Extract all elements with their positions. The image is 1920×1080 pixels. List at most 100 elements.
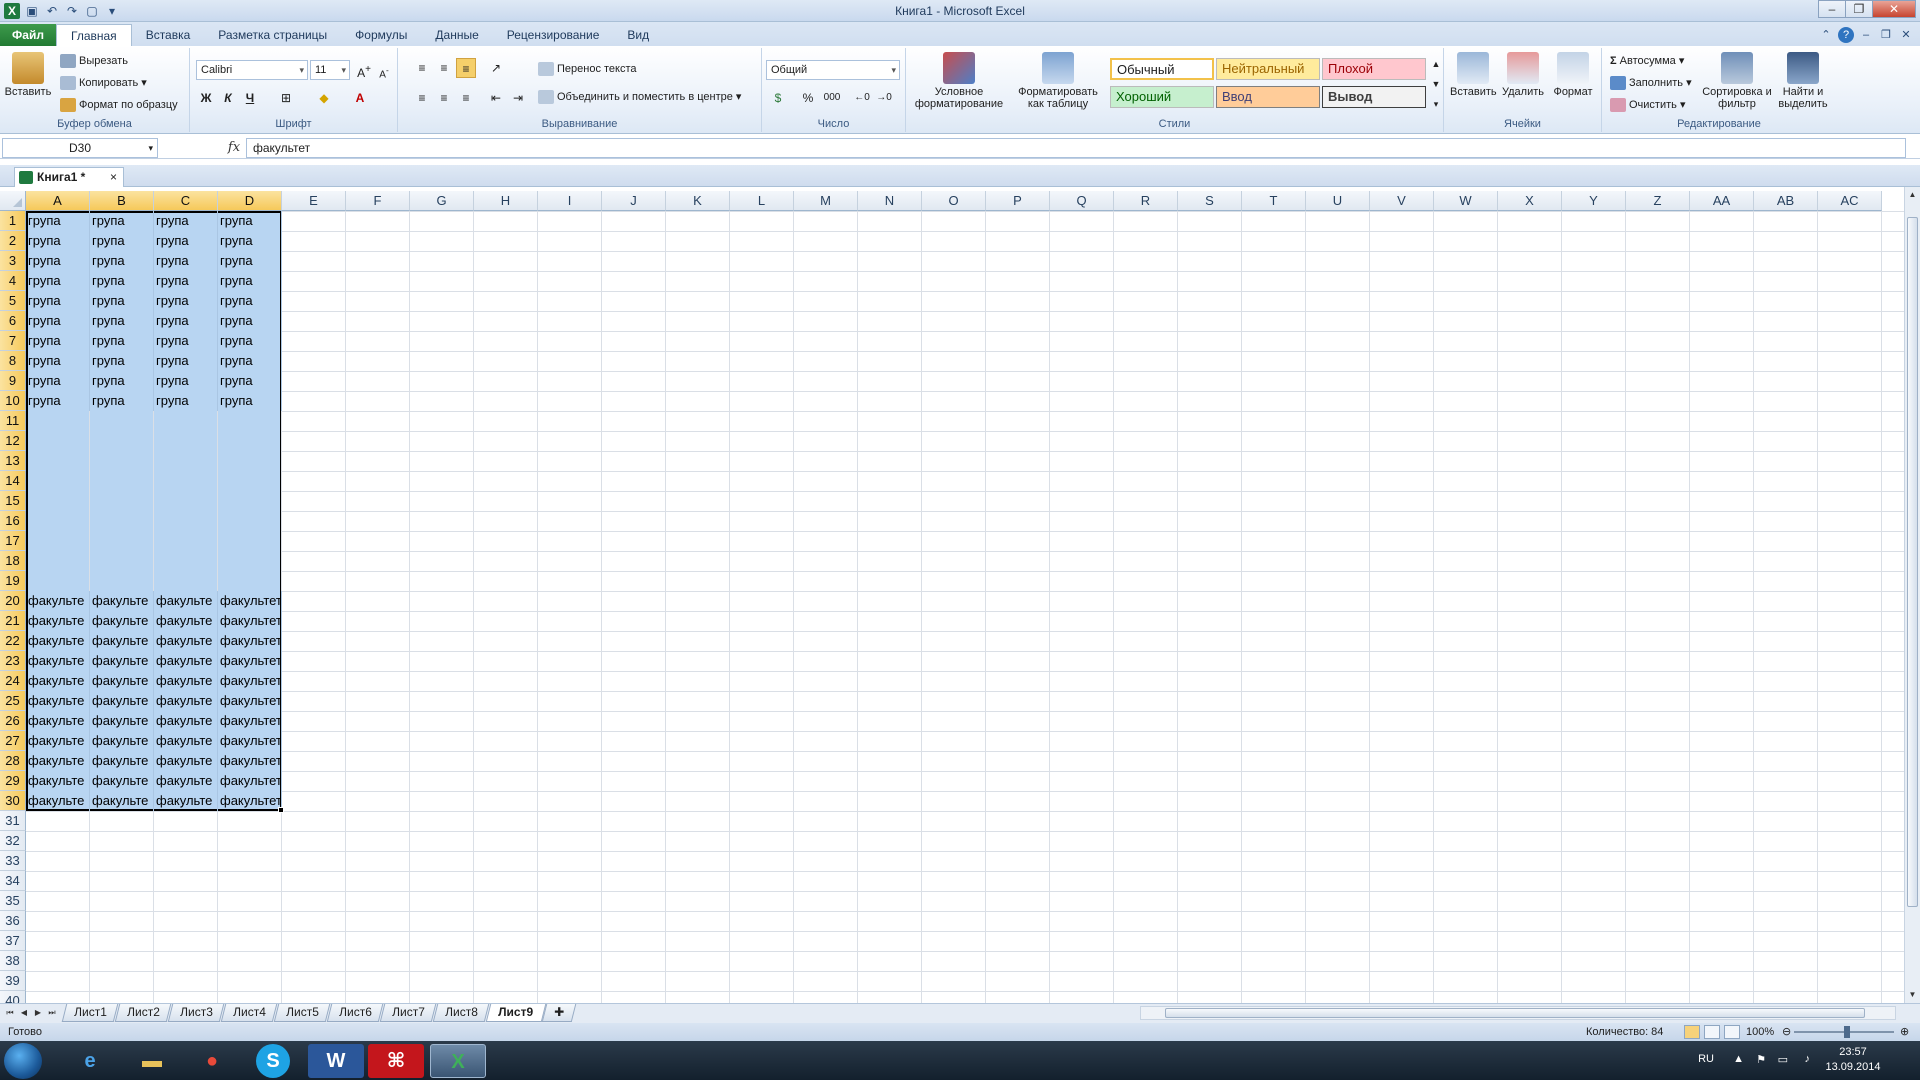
cell[interactable]: факульте [154, 611, 218, 631]
cell[interactable]: група [90, 331, 154, 351]
column-header[interactable]: AA [1690, 191, 1754, 211]
cell[interactable]: група [26, 271, 90, 291]
align-left-button[interactable]: ≡ [412, 88, 432, 108]
zoom-slider-thumb[interactable] [1844, 1026, 1850, 1038]
tab-formulas[interactable]: Формулы [341, 24, 421, 46]
cell[interactable]: група [90, 351, 154, 371]
cell[interactable]: факульте [154, 791, 218, 811]
decrease-indent-button[interactable]: ⇤ [486, 88, 506, 108]
column-header[interactable]: H [474, 191, 538, 211]
increase-font-button[interactable]: A+ [354, 60, 374, 80]
cell[interactable]: факульте [26, 671, 90, 691]
column-header[interactable]: O [922, 191, 986, 211]
row-header[interactable]: 2 [0, 231, 26, 251]
font-name-select[interactable]: Calibri [196, 60, 308, 80]
column-header[interactable]: R [1114, 191, 1178, 211]
row-header[interactable]: 21 [0, 611, 26, 631]
sheet-tab[interactable]: Лист4 [220, 1004, 278, 1022]
cell[interactable]: група [26, 291, 90, 311]
cell[interactable]: факульте [154, 731, 218, 751]
zoom-level[interactable]: 100% [1746, 1023, 1774, 1041]
cell[interactable]: група [218, 231, 282, 251]
cell[interactable]: група [90, 391, 154, 411]
column-header[interactable]: L [730, 191, 794, 211]
wrap-text-button[interactable]: Перенос текста [538, 62, 637, 76]
tab-data[interactable]: Данные [421, 24, 492, 46]
cell[interactable]: група [154, 311, 218, 331]
align-bottom-button[interactable]: ≡ [456, 58, 476, 78]
cell[interactable]: група [26, 311, 90, 331]
cell[interactable]: група [218, 391, 282, 411]
cell[interactable]: група [90, 291, 154, 311]
sheet-tab[interactable]: Лист5 [273, 1004, 331, 1022]
normal-view-button[interactable] [1684, 1025, 1700, 1039]
cell[interactable]: група [218, 291, 282, 311]
sheet-tab[interactable]: Лист6 [326, 1004, 384, 1022]
cell[interactable]: факульте [154, 691, 218, 711]
row-header[interactable]: 15 [0, 491, 26, 511]
cell[interactable]: група [26, 331, 90, 351]
column-header[interactable]: P [986, 191, 1050, 211]
cell[interactable]: група [218, 331, 282, 351]
close-button[interactable]: ✕ [1872, 0, 1916, 18]
horizontal-scroll-thumb[interactable] [1165, 1008, 1865, 1018]
cell[interactable]: група [154, 211, 218, 231]
delete-cells-button[interactable]: Удалить [1500, 52, 1546, 98]
cell[interactable]: група [26, 251, 90, 271]
column-header[interactable]: Q [1050, 191, 1114, 211]
cell[interactable]: група [154, 331, 218, 351]
insert-function-button[interactable]: fx [222, 138, 246, 158]
minimize-button[interactable]: – [1818, 0, 1846, 18]
explorer-folder-icon[interactable]: ▬ [124, 1044, 180, 1078]
conditional-formatting-button[interactable]: Условное форматирование [908, 52, 1010, 110]
cell[interactable]: факульте [90, 611, 154, 631]
cell[interactable]: група [218, 351, 282, 371]
autosum-button[interactable]: Σ Автосумма ▾ [1610, 54, 1684, 67]
cell[interactable]: група [26, 351, 90, 371]
cell[interactable]: факульте [154, 651, 218, 671]
paste-button[interactable]: Вставить [4, 52, 52, 98]
collapse-ribbon-icon[interactable]: ⌃ [1818, 27, 1834, 43]
language-indicator[interactable]: RU [1698, 1053, 1714, 1065]
tab-view[interactable]: Вид [613, 24, 663, 46]
cell[interactable]: факульте [26, 611, 90, 631]
cell[interactable]: факультет [218, 631, 282, 651]
cell[interactable]: група [26, 391, 90, 411]
column-header[interactable]: U [1306, 191, 1370, 211]
scroll-up-icon[interactable]: ▲ [1905, 187, 1920, 203]
cell[interactable]: факультет [218, 791, 282, 811]
currency-button[interactable]: $ [768, 88, 788, 108]
workbook-minimize-icon[interactable]: – [1858, 27, 1874, 43]
column-header[interactable]: T [1242, 191, 1306, 211]
format-painter-button[interactable]: Формат по образцу [60, 98, 178, 112]
cell[interactable]: факульте [26, 771, 90, 791]
sheet-tab[interactable]: Лист1 [61, 1004, 119, 1022]
format-cells-button[interactable]: Формат [1550, 52, 1596, 98]
row-header[interactable]: 26 [0, 711, 26, 731]
bold-button[interactable]: Ж [196, 88, 216, 108]
sheet-tab[interactable]: Лист8 [432, 1004, 490, 1022]
cell[interactable]: факульте [90, 771, 154, 791]
sheet-tab[interactable]: Лист2 [114, 1004, 172, 1022]
row-header[interactable]: 1 [0, 211, 26, 231]
row-header[interactable]: 31 [0, 811, 26, 831]
row-header[interactable]: 25 [0, 691, 26, 711]
cells-area[interactable]: група група група група група група група група… [26, 211, 1904, 1003]
borders-button[interactable]: ⊞ [276, 88, 296, 108]
column-header[interactable]: Z [1626, 191, 1690, 211]
cell[interactable]: факульте [26, 651, 90, 671]
sheet-tab[interactable]: Лист3 [167, 1004, 225, 1022]
column-header[interactable]: C [154, 191, 218, 211]
workbook-close-icon[interactable]: ✕ [1898, 27, 1914, 43]
cell[interactable]: факульте [154, 711, 218, 731]
row-header[interactable]: 6 [0, 311, 26, 331]
chrome-icon[interactable]: ● [184, 1044, 240, 1078]
word-icon[interactable]: W [308, 1044, 364, 1078]
cell[interactable]: група [154, 271, 218, 291]
cell[interactable]: факульте [26, 791, 90, 811]
scroll-down-icon[interactable]: ▼ [1905, 987, 1920, 1003]
tab-review[interactable]: Рецензирование [493, 24, 614, 46]
style-bad[interactable]: Плохой [1322, 58, 1426, 80]
column-header[interactable]: AB [1754, 191, 1818, 211]
clock[interactable]: 23:57 13.09.2014 [1818, 1045, 1888, 1075]
